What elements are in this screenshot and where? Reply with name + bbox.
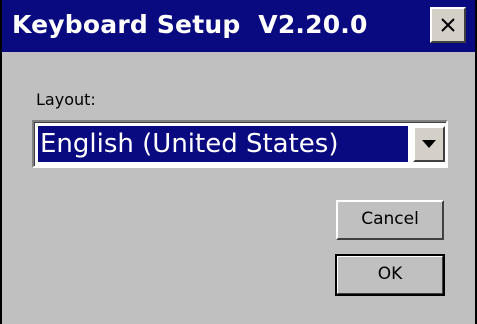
dropdown-arrow-button[interactable] <box>413 126 445 162</box>
keyboard-setup-dialog: Keyboard Setup V2.20.0 Layout: English (… <box>0 0 477 324</box>
layout-label: Layout: <box>36 90 96 109</box>
window-title: Keyboard Setup V2.20.0 <box>12 10 368 39</box>
close-icon <box>441 18 455 32</box>
cancel-button[interactable]: Cancel <box>336 200 444 240</box>
title-bar[interactable]: Keyboard Setup V2.20.0 <box>2 0 475 52</box>
chevron-down-icon <box>422 140 436 148</box>
layout-dropdown-frame: English (United States) <box>34 122 446 166</box>
ok-button[interactable]: OK <box>335 254 445 296</box>
close-button[interactable] <box>430 7 466 43</box>
layout-dropdown[interactable]: English (United States) <box>32 120 448 168</box>
layout-selected-value[interactable]: English (United States) <box>38 126 408 162</box>
